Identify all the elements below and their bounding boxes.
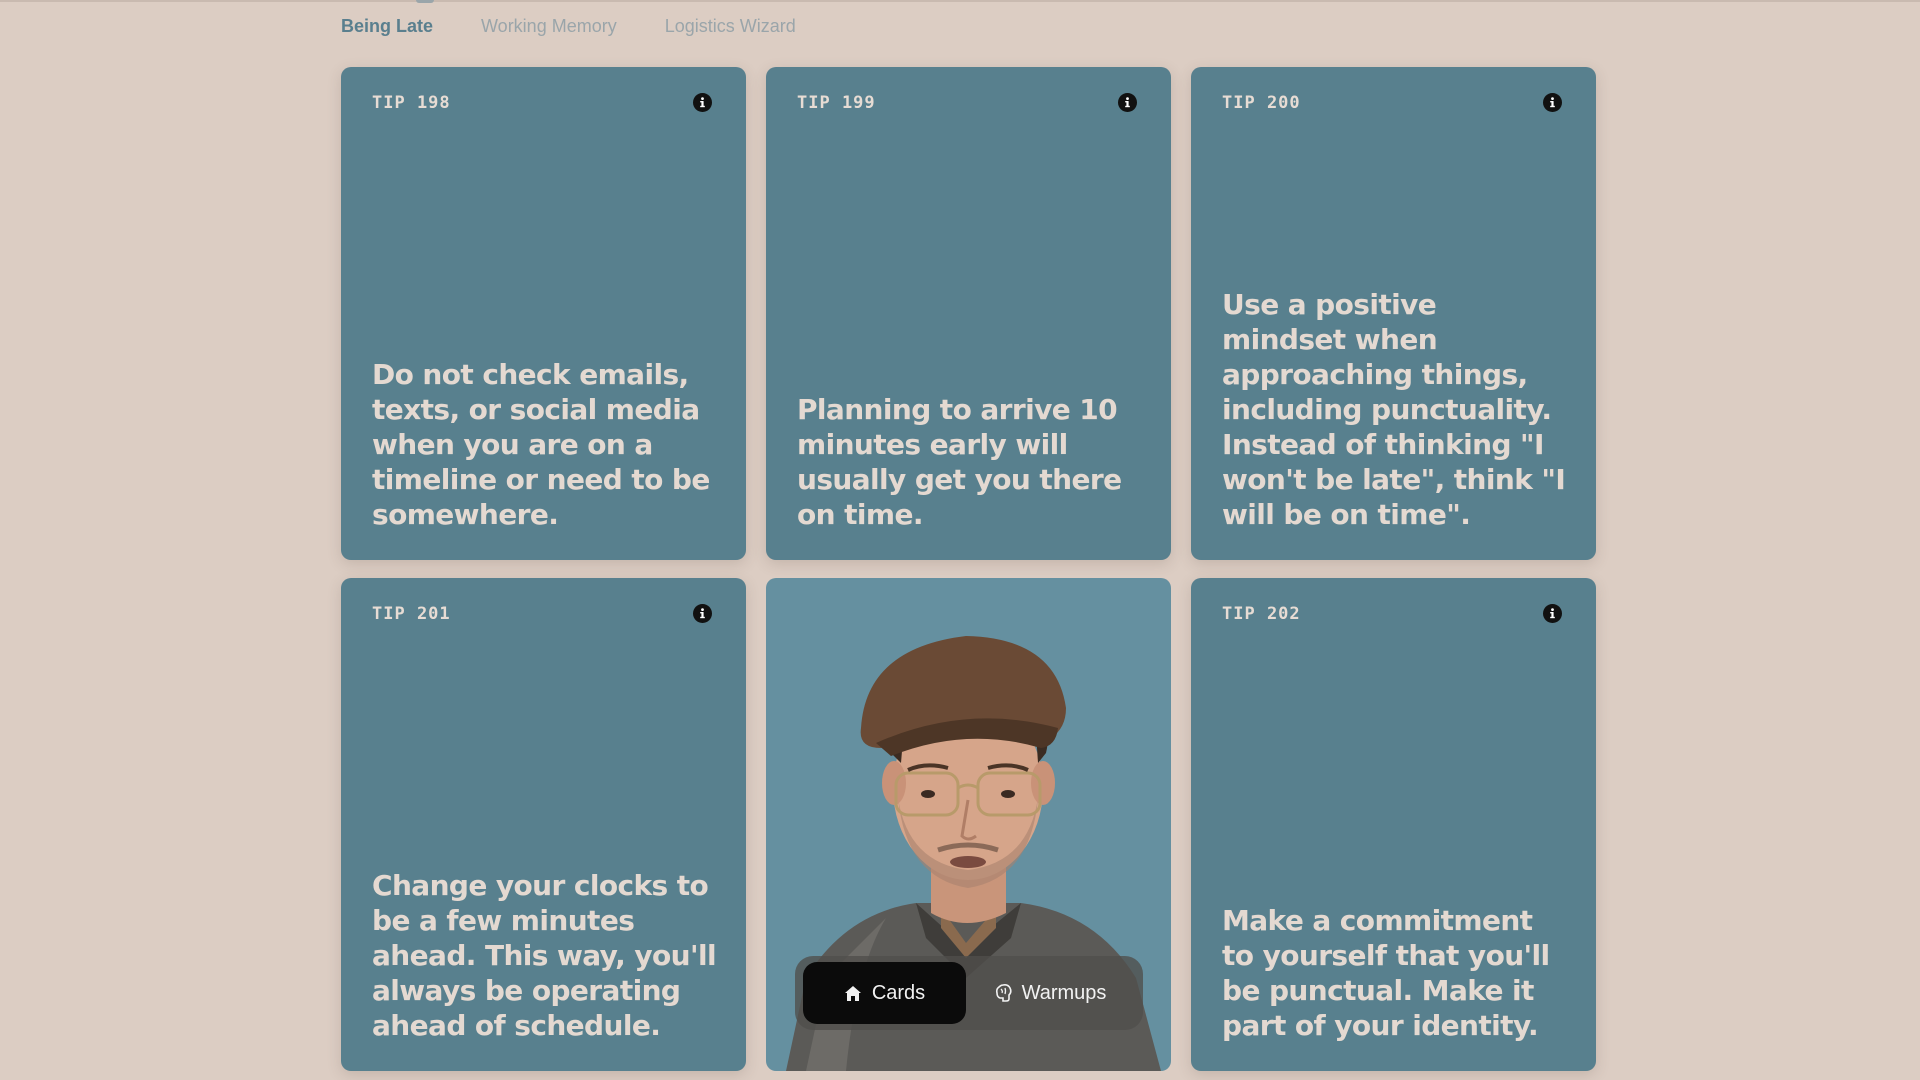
category-tabs: Being Late Working Memory Logistics Wiza…: [341, 14, 796, 39]
tab-scroll-indicator: [416, 0, 434, 3]
tab-being-late[interactable]: Being Late: [341, 14, 433, 39]
info-icon[interactable]: [693, 93, 712, 112]
brain-icon: [995, 984, 1012, 1002]
info-icon[interactable]: [1118, 93, 1137, 112]
tip-card[interactable]: TIP 199 Planning to arrive 10 minutes ea…: [766, 67, 1171, 560]
tip-text: Planning to arrive 10 minutes early will…: [797, 393, 1122, 531]
tip-card[interactable]: TIP 202 Make a commitment to yourself th…: [1191, 578, 1596, 1071]
tip-card[interactable]: TIP 198 Do not check emails, texts, or s…: [341, 67, 746, 560]
info-icon[interactable]: [693, 604, 712, 623]
info-icon[interactable]: [1543, 604, 1562, 623]
tab-logistics-wizard[interactable]: Logistics Wizard: [665, 14, 796, 39]
presenter-video[interactable]: Cards Warmups: [766, 578, 1171, 1071]
top-edge: [0, 0, 1920, 2]
cards-button[interactable]: Cards: [803, 962, 966, 1024]
home-icon: [844, 985, 861, 1001]
tip-text: Change your clocks to be a few minutes a…: [372, 869, 717, 1042]
tip-number: TIP 199: [797, 93, 876, 113]
bottom-nav: Cards Warmups: [795, 956, 1143, 1030]
cards-button-label: Cards: [871, 981, 926, 1004]
tip-text: Use a positive mindset when approaching …: [1222, 288, 1566, 531]
tip-text: Do not check emails, texts, or social me…: [372, 358, 710, 531]
tip-card[interactable]: TIP 200 Use a positive mindset when appr…: [1191, 67, 1596, 560]
tip-card[interactable]: TIP 201 Change your clocks to be a few m…: [341, 578, 746, 1071]
tip-number: TIP 202: [1222, 604, 1301, 624]
tip-card-grid: TIP 198 Do not check emails, texts, or s…: [341, 67, 1596, 1071]
tip-number: TIP 198: [372, 93, 451, 113]
info-icon[interactable]: [1543, 93, 1562, 112]
warmups-button-label: Warmups: [1021, 981, 1107, 1004]
tip-text: Make a commitment to yourself that you'l…: [1222, 904, 1550, 1042]
tip-number: TIP 200: [1222, 93, 1301, 113]
warmups-button[interactable]: Warmups: [970, 962, 1130, 1024]
tab-working-memory[interactable]: Working Memory: [481, 14, 617, 39]
tip-number: TIP 201: [372, 604, 451, 624]
